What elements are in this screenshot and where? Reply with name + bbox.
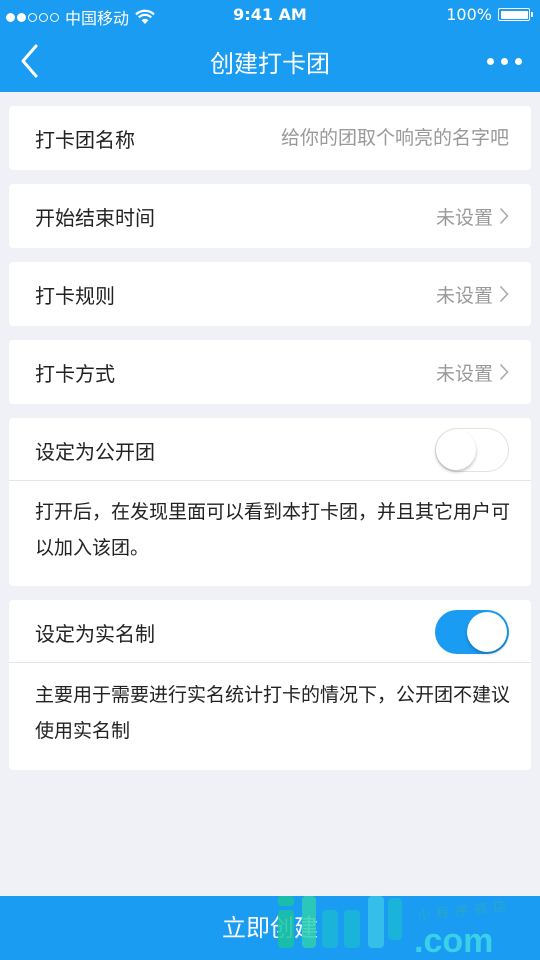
rule-row[interactable]: 打卡规则 未设置 <box>9 262 531 326</box>
chevron-right-icon <box>499 363 509 381</box>
public-row: 设定为公开团 <box>9 418 531 482</box>
time-label: 开始结束时间 <box>35 205 155 230</box>
rule-value: 未设置 <box>436 281 509 308</box>
public-toggle[interactable] <box>435 428 509 472</box>
nav-bar: 创建打卡团 <box>0 30 540 92</box>
time-value: 未设置 <box>436 203 509 230</box>
name-row: 打卡团名称 <box>9 106 531 170</box>
battery-percent: 100% <box>446 5 492 24</box>
method-row[interactable]: 打卡方式 未设置 <box>9 340 531 404</box>
divider <box>9 480 531 481</box>
realname-label: 设定为实名制 <box>35 621 155 646</box>
realname-card: 设定为实名制 主要用于需要进行实名统计打卡的情况下，公开团不建议使用实名制 <box>9 600 531 770</box>
name-card: 打卡团名称 <box>9 106 531 170</box>
name-label: 打卡团名称 <box>35 127 135 152</box>
realname-row: 设定为实名制 <box>9 600 531 664</box>
realname-toggle[interactable] <box>435 610 509 654</box>
chevron-right-icon <box>499 207 509 225</box>
create-button[interactable]: 立即创建 <box>0 896 540 960</box>
method-label: 打卡方式 <box>35 361 115 386</box>
status-right: 100% <box>446 5 533 24</box>
public-label: 设定为公开团 <box>35 439 155 464</box>
time-card[interactable]: 开始结束时间 未设置 <box>9 184 531 248</box>
rule-card[interactable]: 打卡规则 未设置 <box>9 262 531 326</box>
public-description: 打开后，在发现里面可以看到本打卡团，并且其它用户可以加入该团。 <box>35 501 511 559</box>
chevron-right-icon <box>499 285 509 303</box>
public-card: 设定为公开团 打开后，在发现里面可以看到本打卡团，并且其它用户可以加入该团。 <box>9 418 531 586</box>
time-row[interactable]: 开始结束时间 未设置 <box>9 184 531 248</box>
team-name-input[interactable] <box>229 127 509 149</box>
method-value: 未设置 <box>436 359 509 386</box>
more-button[interactable] <box>484 50 524 72</box>
more-dots-icon <box>486 57 494 65</box>
realname-description: 主要用于需要进行实名统计打卡的情况下，公开团不建议使用实名制 <box>35 684 511 742</box>
status-bar: 中国移动 9:41 AM 100% <box>0 0 540 30</box>
page-title: 创建打卡团 <box>210 50 330 78</box>
divider <box>9 662 531 663</box>
battery-icon <box>498 8 533 21</box>
method-card[interactable]: 打卡方式 未设置 <box>9 340 531 404</box>
rule-label: 打卡规则 <box>35 283 115 308</box>
